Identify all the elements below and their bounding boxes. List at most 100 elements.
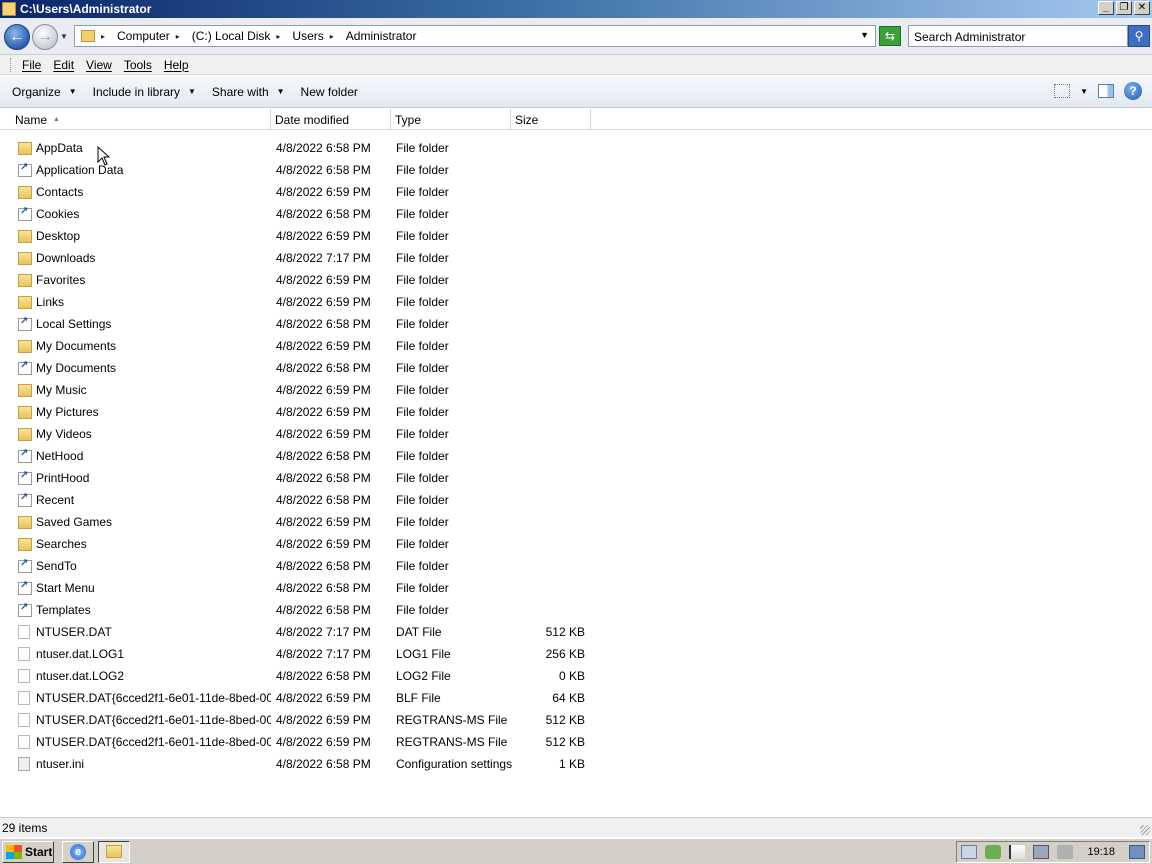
clock[interactable]: 19:18 bbox=[1081, 846, 1121, 858]
security-shield-icon[interactable] bbox=[985, 845, 1002, 859]
share-with-button[interactable]: Share with ▼ bbox=[206, 85, 291, 99]
file-name-cell[interactable]: Recent bbox=[0, 493, 271, 507]
file-name-cell[interactable]: NTUSER.DAT{6cced2f1-6e01-11de-8bed-00... bbox=[0, 691, 271, 705]
search-input[interactable]: Search Administrator bbox=[908, 25, 1128, 47]
start-button[interactable]: Start bbox=[2, 840, 54, 863]
file-row[interactable]: Downloads 4/8/2022 7:17 PM File folder bbox=[0, 247, 1152, 269]
network-icon[interactable] bbox=[1033, 845, 1050, 859]
column-header-name[interactable]: Name ▲ bbox=[0, 109, 271, 130]
file-name-cell[interactable]: Cookies bbox=[0, 207, 271, 221]
menu-tools[interactable]: Tools bbox=[118, 58, 158, 72]
file-name-cell[interactable]: My Videos bbox=[0, 427, 271, 441]
file-row[interactable]: Desktop 4/8/2022 6:59 PM File folder bbox=[0, 225, 1152, 247]
window-title-bar[interactable]: C:\Users\Administrator _ ❐ ✕ bbox=[0, 0, 1152, 18]
file-row[interactable]: ntuser.dat.LOG1 4/8/2022 7:17 PM LOG1 File… bbox=[0, 643, 1152, 665]
file-name-cell[interactable]: Links bbox=[0, 295, 271, 309]
file-row[interactable]: AppData 4/8/2022 6:58 PM File folder bbox=[0, 137, 1152, 159]
file-row[interactable]: Templates 4/8/2022 6:58 PM File folder bbox=[0, 599, 1152, 621]
file-row[interactable]: Links 4/8/2022 6:59 PM File folder bbox=[0, 291, 1152, 313]
file-row[interactable]: NTUSER.DAT 4/8/2022 7:17 PM DAT File 512 KB bbox=[0, 621, 1152, 643]
file-row[interactable]: Start Menu 4/8/2022 6:58 PM File folder bbox=[0, 577, 1152, 599]
view-options-dropdown[interactable]: ▼ bbox=[1080, 87, 1088, 96]
file-row[interactable]: Favorites 4/8/2022 6:59 PM File folder bbox=[0, 269, 1152, 291]
file-row[interactable]: Application Data 4/8/2022 6:58 PM File fol… bbox=[0, 159, 1152, 181]
volume-muted-icon[interactable] bbox=[1057, 845, 1074, 859]
file-row[interactable]: My Music 4/8/2022 6:59 PM File folder bbox=[0, 379, 1152, 401]
file-name-cell[interactable]: Desktop bbox=[0, 229, 271, 243]
file-row[interactable]: Local Settings 4/8/2022 6:58 PM File folde… bbox=[0, 313, 1152, 335]
address-bar[interactable]: ▸ Computer ▸ (C:) Local Disk ▸ Users ▸ Admi… bbox=[74, 25, 876, 47]
file-row[interactable]: My Videos 4/8/2022 6:59 PM File folder bbox=[0, 423, 1152, 445]
file-row[interactable]: NTUSER.DAT{6cced2f1-6e01-11de-8bed-00...… bbox=[0, 687, 1152, 709]
file-name-cell[interactable]: My Music bbox=[0, 383, 271, 397]
file-name-cell[interactable]: Application Data bbox=[0, 163, 271, 177]
close-button[interactable]: ✕ bbox=[1134, 1, 1150, 15]
column-header-size[interactable]: Size bbox=[511, 109, 591, 130]
breadcrumb-computer[interactable]: Computer ▸ bbox=[117, 29, 186, 43]
minimize-button[interactable]: _ bbox=[1098, 1, 1114, 15]
breadcrumb-root-arrow[interactable]: ▸ bbox=[101, 32, 111, 41]
file-name-cell[interactable]: ntuser.dat.LOG2 bbox=[0, 669, 271, 683]
file-row[interactable]: ntuser.dat.LOG2 4/8/2022 6:58 PM LOG2 File… bbox=[0, 665, 1152, 687]
file-row[interactable]: ntuser.ini 4/8/2022 6:58 PM Configuration … bbox=[0, 753, 1152, 775]
breadcrumb-administrator[interactable]: Administrator bbox=[346, 29, 417, 43]
include-in-library-button[interactable]: Include in library ▼ bbox=[87, 85, 202, 99]
column-header-date[interactable]: Date modified bbox=[271, 109, 391, 130]
column-header-type[interactable]: Type bbox=[391, 109, 511, 130]
restore-button[interactable]: ❐ bbox=[1116, 1, 1132, 15]
file-name-cell[interactable]: SendTo bbox=[0, 559, 271, 573]
file-name-cell[interactable]: Contacts bbox=[0, 185, 271, 199]
change-view-icon[interactable] bbox=[1054, 84, 1071, 98]
breadcrumb-users[interactable]: Users ▸ bbox=[292, 29, 339, 43]
file-row[interactable]: My Documents 4/8/2022 6:59 PM File folder bbox=[0, 335, 1152, 357]
file-row[interactable]: SendTo 4/8/2022 6:58 PM File folder bbox=[0, 555, 1152, 577]
file-name-cell[interactable]: Downloads bbox=[0, 251, 271, 265]
help-icon[interactable]: ? bbox=[1124, 82, 1142, 100]
file-name-cell[interactable]: NTUSER.DAT{6cced2f1-6e01-11de-8bed-00... bbox=[0, 735, 271, 749]
recent-pages-dropdown[interactable]: ▼ bbox=[60, 32, 68, 41]
file-row[interactable]: Saved Games 4/8/2022 6:59 PM File folder bbox=[0, 511, 1152, 533]
file-row[interactable]: NetHood 4/8/2022 6:58 PM File folder bbox=[0, 445, 1152, 467]
menu-view[interactable]: View bbox=[80, 58, 118, 72]
preview-pane-icon[interactable] bbox=[1098, 84, 1114, 98]
file-name-cell[interactable]: ntuser.ini bbox=[0, 757, 271, 771]
file-row[interactable]: My Documents 4/8/2022 6:58 PM File folder bbox=[0, 357, 1152, 379]
file-name-cell[interactable]: NetHood bbox=[0, 449, 271, 463]
file-name-cell[interactable]: Searches bbox=[0, 537, 271, 551]
file-name-cell[interactable]: Templates bbox=[0, 603, 271, 617]
file-name-cell[interactable]: Local Settings bbox=[0, 317, 271, 331]
server-manager-icon[interactable] bbox=[961, 845, 978, 859]
file-name-cell[interactable]: Favorites bbox=[0, 273, 271, 287]
file-row[interactable]: Recent 4/8/2022 6:58 PM File folder bbox=[0, 489, 1152, 511]
search-button[interactable]: ⚲ bbox=[1128, 25, 1150, 47]
internet-explorer-button[interactable]: e bbox=[62, 840, 94, 863]
menu-edit[interactable]: Edit bbox=[47, 58, 80, 72]
action-center-flag-icon[interactable] bbox=[1009, 845, 1026, 859]
file-row[interactable]: Cookies 4/8/2022 6:58 PM File folder bbox=[0, 203, 1152, 225]
windows-explorer-button[interactable] bbox=[98, 840, 130, 863]
organize-button[interactable]: Organize ▼ bbox=[6, 85, 83, 99]
breadcrumb-local-disk[interactable]: (C:) Local Disk ▸ bbox=[192, 29, 287, 43]
refresh-button[interactable]: ⇆ bbox=[879, 26, 901, 46]
file-row[interactable]: My Pictures 4/8/2022 6:59 PM File folder bbox=[0, 401, 1152, 423]
file-name-cell[interactable]: NTUSER.DAT{6cced2f1-6e01-11de-8bed-00... bbox=[0, 713, 271, 727]
file-name-cell[interactable]: Saved Games bbox=[0, 515, 271, 529]
address-dropdown-button[interactable]: ▼ bbox=[860, 30, 869, 40]
resize-grip[interactable] bbox=[1140, 825, 1150, 835]
file-name-cell[interactable]: ntuser.dat.LOG1 bbox=[0, 647, 271, 661]
file-name-cell[interactable]: My Documents bbox=[0, 361, 271, 375]
back-button[interactable]: ← bbox=[4, 24, 30, 50]
menu-file[interactable]: File bbox=[16, 58, 47, 72]
file-row[interactable]: Searches 4/8/2022 6:59 PM File folder bbox=[0, 533, 1152, 555]
file-row[interactable]: Contacts 4/8/2022 6:59 PM File folder bbox=[0, 181, 1152, 203]
file-name-cell[interactable]: Start Menu bbox=[0, 581, 271, 595]
file-row[interactable]: PrintHood 4/8/2022 6:58 PM File folder bbox=[0, 467, 1152, 489]
new-folder-button[interactable]: New folder bbox=[295, 85, 364, 99]
menu-help[interactable]: Help bbox=[158, 58, 195, 72]
file-name-cell[interactable]: PrintHood bbox=[0, 471, 271, 485]
show-desktop-icon[interactable] bbox=[1129, 845, 1145, 859]
file-row[interactable]: NTUSER.DAT{6cced2f1-6e01-11de-8bed-00...… bbox=[0, 731, 1152, 753]
file-name-cell[interactable]: My Documents bbox=[0, 339, 271, 353]
file-name-cell[interactable]: AppData bbox=[0, 141, 271, 155]
file-name-cell[interactable]: My Pictures bbox=[0, 405, 271, 419]
